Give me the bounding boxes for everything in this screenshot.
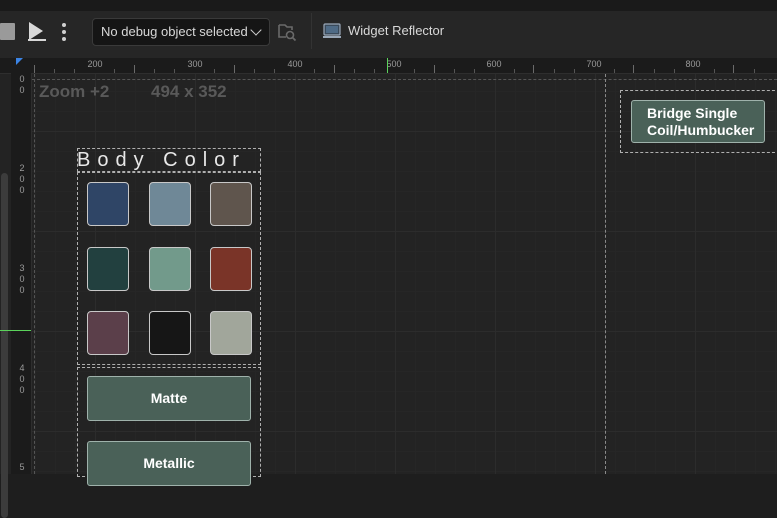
widget-reflector-icon	[323, 23, 341, 38]
ruler-label: 300	[187, 59, 203, 69]
toolbar: No debug object selected Widget Reflecto…	[0, 0, 777, 59]
color-swatch[interactable]	[149, 311, 191, 355]
bridge-pickup-button[interactable]: Bridge Single Coil/Humbucker	[631, 100, 765, 143]
ruler-label: 500	[386, 59, 402, 69]
ruler-label: 700	[586, 59, 602, 69]
ruler-label: 00	[19, 74, 25, 95]
ruler-origin-marker	[16, 58, 23, 65]
cursor-guide-vertical	[387, 58, 388, 73]
ruler-label: 400	[287, 59, 303, 69]
toolbar-separator	[311, 13, 312, 49]
canvas-frame-edge	[605, 74, 606, 474]
color-swatch[interactable]	[210, 311, 252, 355]
ruler-label: 800	[685, 59, 701, 69]
ruler-label: 5	[19, 462, 25, 472]
canvas-frame-edge	[34, 74, 35, 474]
cursor-guide-horizontal	[0, 330, 31, 331]
play-icon[interactable]	[26, 20, 48, 42]
horizontal-ruler: 200 300 400 500 600 700 800	[0, 58, 777, 74]
vertical-scrollbar-thumb[interactable]	[1, 173, 8, 518]
color-swatch[interactable]	[87, 247, 129, 291]
debug-select-label: No debug object selected	[101, 24, 248, 39]
color-swatch[interactable]	[210, 247, 252, 291]
zoom-level: Zoom +2	[39, 82, 110, 101]
color-swatch[interactable]	[87, 182, 129, 226]
body-color-title: Body Color	[77, 149, 246, 171]
color-swatch[interactable]	[210, 182, 252, 226]
debug-object-select[interactable]: No debug object selected	[92, 18, 270, 46]
stop-icon[interactable]	[0, 23, 15, 40]
color-swatch[interactable]	[149, 182, 191, 226]
metallic-button[interactable]: Metallic	[87, 441, 251, 486]
ruler-label: 400	[19, 363, 25, 395]
ruler-label: 600	[486, 59, 502, 69]
ruler-label: 300	[19, 263, 25, 295]
widget-reflector-label: Widget Reflector	[348, 23, 445, 38]
color-swatch[interactable]	[87, 311, 129, 355]
color-swatch[interactable]	[149, 247, 191, 291]
find-debug-object-icon[interactable]	[277, 22, 297, 42]
matte-button[interactable]: Matte	[87, 376, 251, 421]
top-strip	[0, 0, 777, 11]
ruler-label: 200	[19, 163, 25, 195]
vertical-ruler: 00 200 300 400 5	[11, 73, 32, 474]
vertical-scrollbar-track	[0, 58, 11, 518]
canvas-frame-edge	[32, 79, 777, 80]
ruler-label: 200	[87, 59, 103, 69]
canvas-size: 494 x 352	[151, 82, 227, 101]
more-options-icon[interactable]	[57, 20, 71, 44]
chevron-down-icon	[250, 24, 262, 36]
